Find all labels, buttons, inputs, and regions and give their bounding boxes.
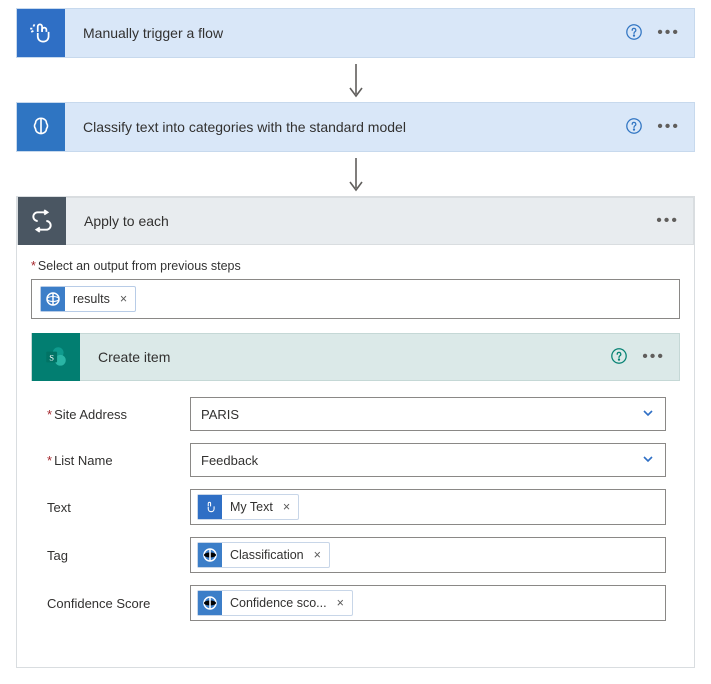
sharepoint-icon: S [32,333,80,381]
more-icon[interactable]: ••• [655,20,682,46]
confidence-input[interactable]: Confidence sco... × [190,585,666,621]
site-address-label: *Site Address [45,407,190,422]
trigger-header[interactable]: Manually trigger a flow ••• [17,9,694,57]
site-address-value: PARIS [201,407,239,422]
arrow-connector [16,156,695,196]
svg-text:S: S [49,352,54,362]
create-item-body: *Site Address PARIS *List Name Feedback [31,381,680,637]
ai-token-icon [198,543,222,567]
token-label: results [73,292,110,306]
token-remove-icon[interactable]: × [120,292,127,306]
ai-token-icon [198,591,222,615]
apply-to-each-body: *Select an output from previous steps re… [17,245,694,667]
list-name-label: *List Name [45,453,190,468]
classify-header[interactable]: Classify text into categories with the s… [17,103,694,151]
text-label: Text [45,500,190,515]
text-input[interactable]: My Text × [190,489,666,525]
token-label: Confidence sco... [230,596,327,610]
chevron-down-icon [641,406,655,423]
trigger-title: Manually trigger a flow [65,25,625,41]
help-icon[interactable] [610,347,628,368]
apply-to-each-card: Apply to each ••• *Select an output from… [16,196,695,668]
tag-input[interactable]: Classification × [190,537,666,573]
list-name-select[interactable]: Feedback [190,443,666,477]
create-item-title: Create item [80,349,610,365]
create-item-card: S Create item ••• *Site Address PARIS [31,333,680,637]
more-icon[interactable]: ••• [654,208,681,234]
apply-to-each-header[interactable]: Apply to each ••• [17,197,694,245]
loop-icon [18,197,66,245]
site-address-select[interactable]: PARIS [190,397,666,431]
chevron-down-icon [641,452,655,469]
confidence-label: Confidence Score [45,596,190,611]
more-icon[interactable]: ••• [640,344,667,370]
touch-icon [17,9,65,57]
output-select-label: *Select an output from previous steps [31,259,680,273]
list-name-value: Feedback [201,453,258,468]
ai-token-icon [41,287,65,311]
output-select-input[interactable]: results × [31,279,680,319]
row-confidence: Confidence Score Confidence sco... × [45,585,666,621]
more-icon[interactable]: ••• [655,114,682,140]
token-remove-icon[interactable]: × [283,500,290,514]
arrow-connector [16,62,695,102]
classify-title: Classify text into categories with the s… [65,119,625,135]
brain-icon [17,103,65,151]
row-site-address: *Site Address PARIS [45,397,666,431]
token-remove-icon[interactable]: × [337,596,344,610]
help-icon[interactable] [625,23,643,44]
token-remove-icon[interactable]: × [314,548,321,562]
touch-token-icon [198,495,222,519]
classify-card[interactable]: Classify text into categories with the s… [16,102,695,152]
token-label: Classification [230,548,304,562]
token-label: My Text [230,500,273,514]
token-classification[interactable]: Classification × [197,542,330,568]
tag-label: Tag [45,548,190,563]
trigger-card[interactable]: Manually trigger a flow ••• [16,8,695,58]
token-results[interactable]: results × [40,286,136,312]
token-confidence[interactable]: Confidence sco... × [197,590,353,616]
row-tag: Tag Classification × [45,537,666,573]
row-text: Text My Text × [45,489,666,525]
apply-to-each-title: Apply to each [66,213,654,229]
row-list-name: *List Name Feedback [45,443,666,477]
token-my-text[interactable]: My Text × [197,494,299,520]
create-item-header[interactable]: S Create item ••• [31,333,680,381]
help-icon[interactable] [625,117,643,138]
